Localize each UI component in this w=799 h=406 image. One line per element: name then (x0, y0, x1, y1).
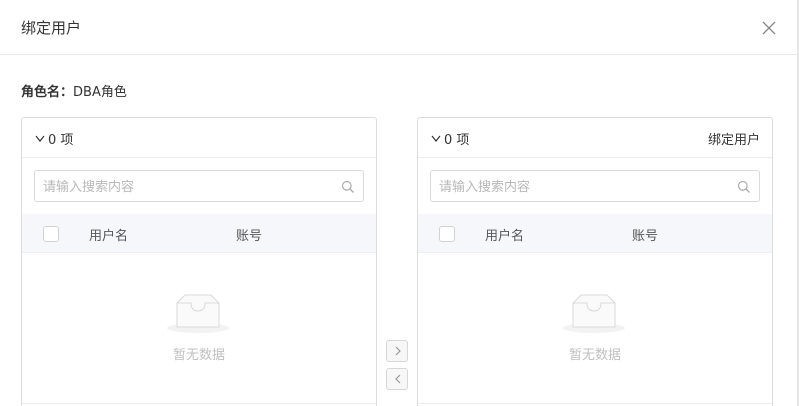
bind-user-dialog: 绑定用户 角色名：DBA角色 0 项 用户名 账号 (0, 0, 799, 406)
role-name-label: 角色名： (21, 85, 74, 100)
empty-inbox-icon (165, 293, 231, 335)
search-icon[interactable] (341, 179, 355, 193)
empty-inbox-icon (561, 293, 627, 335)
source-panel: 0 项 用户名 账号 暂无数据 (21, 117, 377, 406)
chevron-down-icon[interactable] (430, 130, 442, 144)
role-name-row: 角色名：DBA角色 (21, 81, 127, 100)
target-search-input[interactable] (439, 177, 724, 197)
chevron-left-icon (395, 374, 401, 384)
column-account: 账号 (236, 229, 263, 244)
dialog-title: 绑定用户 (21, 19, 82, 37)
target-panel-header: 0 项 绑定用户 (418, 118, 772, 158)
column-username: 用户名 (485, 229, 525, 244)
target-select-all-checkbox[interactable] (439, 226, 455, 242)
dialog-header: 绑定用户 (0, 0, 797, 55)
target-panel-footer-divider (418, 403, 772, 404)
move-left-button[interactable] (386, 368, 408, 390)
target-empty-text: 暂无数据 (568, 348, 621, 363)
target-panel: 0 项 绑定用户 用户名 账号 暂无数据 (417, 117, 773, 406)
source-panel-header: 0 项 (22, 118, 376, 158)
source-search-box[interactable] (34, 170, 364, 202)
chevron-down-icon[interactable] (34, 130, 46, 144)
source-table-header: 用户名 账号 (22, 214, 376, 253)
source-panel-footer-divider (22, 403, 376, 404)
column-account: 账号 (632, 229, 659, 244)
source-item-count: 0 项 (48, 133, 74, 148)
source-search-input[interactable] (43, 177, 328, 197)
move-right-button[interactable] (386, 340, 408, 362)
chevron-right-icon (395, 346, 401, 356)
source-empty-text: 暂无数据 (172, 348, 225, 363)
target-table-header: 用户名 账号 (418, 214, 772, 253)
target-search-box[interactable] (430, 170, 760, 202)
target-empty-state: 暂无数据 (418, 253, 772, 403)
column-username: 用户名 (89, 229, 129, 244)
close-icon[interactable] (758, 17, 780, 39)
target-item-count: 0 项 (444, 133, 470, 148)
source-select-all-checkbox[interactable] (43, 226, 59, 242)
target-panel-title: 绑定用户 (707, 133, 760, 148)
role-name-value: DBA角色 (73, 85, 127, 100)
source-empty-state: 暂无数据 (22, 253, 376, 403)
search-icon[interactable] (737, 179, 751, 193)
